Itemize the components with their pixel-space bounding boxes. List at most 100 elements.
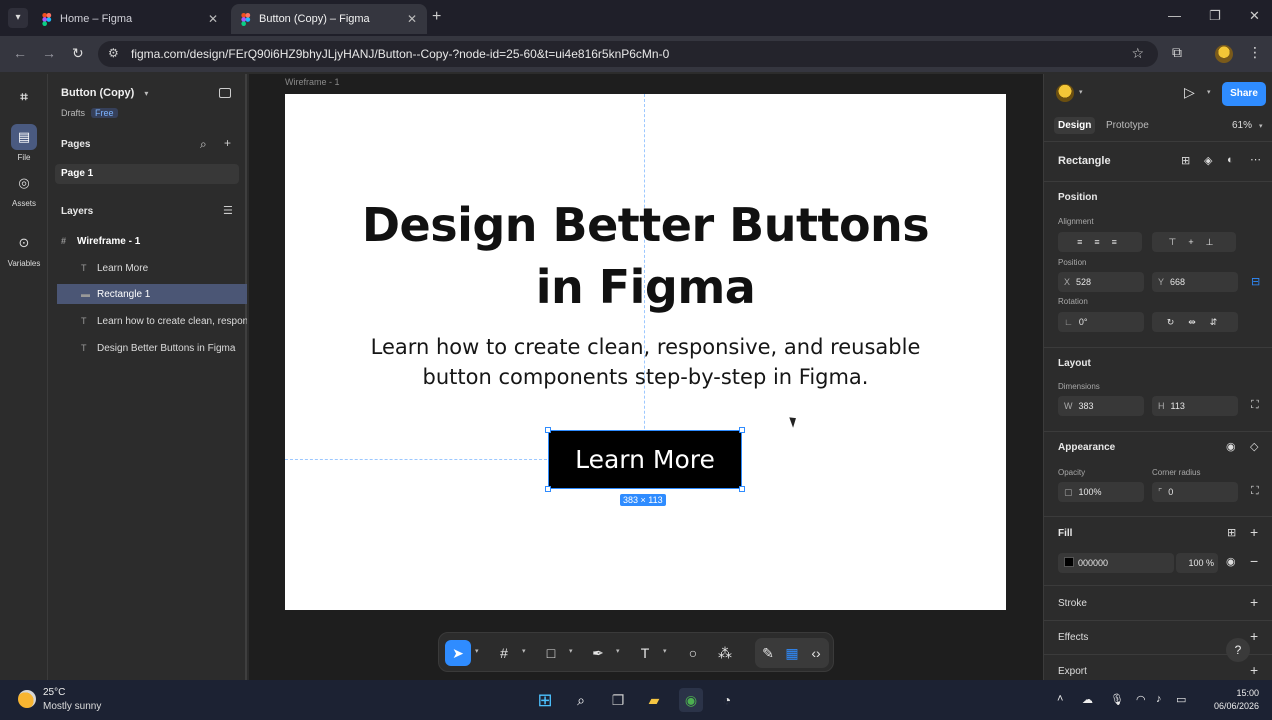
volume-icon[interactable]: ♪ (1156, 693, 1162, 705)
window-close-icon[interactable]: ✕ (1249, 8, 1260, 24)
chevron-down-icon[interactable]: ▾ (1079, 88, 1083, 96)
layer-row-selected[interactable]: ▬ Rectangle 1 (57, 284, 247, 304)
close-icon[interactable]: ✕ (407, 4, 417, 34)
rectangle-tool-icon[interactable]: □ (538, 640, 564, 666)
system-clock[interactable]: 15:00 06/06/2026 (1203, 687, 1259, 713)
layer-row[interactable]: T Design Better Buttons in Figma (57, 338, 247, 358)
add-page-plus-icon[interactable]: + (224, 136, 231, 150)
task-view-icon[interactable]: ❐ (606, 688, 630, 712)
wireframe-artboard[interactable]: Design Better Buttons in Figma Learn how… (285, 94, 1006, 610)
layers-options-icon[interactable]: ☰ (223, 204, 233, 217)
share-button[interactable]: Share (1222, 82, 1266, 106)
remove-fill-minus-icon[interactable]: − (1250, 553, 1258, 569)
back-arrow-icon[interactable]: ← (13, 45, 27, 61)
mask-icon[interactable]: ◐ (1227, 154, 1234, 166)
headline-text[interactable]: Design Better Buttons in Figma (285, 194, 1006, 318)
chevron-down-icon[interactable]: ▾ (569, 647, 573, 655)
opacity-input[interactable]: ▢ 100% (1058, 482, 1144, 502)
battery-icon[interactable]: ▭ (1176, 693, 1186, 706)
add-stroke-plus-icon[interactable]: + (1250, 594, 1258, 610)
zoom-level[interactable]: 61% (1232, 120, 1252, 131)
sidebar-toggle-icon[interactable] (219, 88, 231, 98)
y-input[interactable]: Y 668 (1152, 272, 1238, 292)
frame-label[interactable]: Wireframe - 1 (285, 77, 340, 87)
fill-color-input[interactable]: 000000 (1058, 553, 1174, 573)
frame-tool-icon[interactable]: # (491, 640, 517, 666)
file-name-menu[interactable]: Button (Copy) ▾ (61, 87, 148, 99)
add-fill-plus-icon[interactable]: + (1250, 524, 1258, 540)
styles-grid-icon[interactable]: ⊞ (1227, 526, 1236, 539)
eye-icon[interactable]: ◉ (1226, 440, 1236, 453)
chevron-down-icon[interactable]: ▾ (522, 647, 526, 655)
resize-to-fit-icon[interactable]: ⛶ (1251, 399, 1259, 412)
weather-temperature[interactable]: 25°C (43, 687, 65, 698)
grid-icon[interactable]: ⊞ (1181, 154, 1190, 167)
layer-row[interactable]: T Learn More (57, 258, 247, 278)
tab-prototype[interactable]: Prototype (1106, 120, 1149, 131)
tab-search-button[interactable]: ▾ (8, 8, 28, 28)
horizontal-align-group[interactable]: ≡≡≡ (1058, 232, 1142, 252)
add-export-plus-icon[interactable]: + (1250, 662, 1258, 678)
bookmark-star-icon[interactable]: ☆ (1131, 45, 1144, 62)
minimize-icon[interactable]: — (1168, 8, 1181, 23)
vertical-align-group[interactable]: ⊤+⊥ (1152, 232, 1236, 252)
constraints-icon[interactable]: ⊟ (1251, 275, 1260, 288)
add-effect-plus-icon[interactable]: + (1250, 628, 1258, 644)
move-tool-icon[interactable]: ➤ (445, 640, 471, 666)
weather-description[interactable]: Mostly sunny (43, 701, 101, 712)
chevron-down-icon[interactable]: ▾ (1207, 88, 1211, 96)
close-icon[interactable]: ✕ (208, 4, 218, 34)
recorder-app-icon[interactable]: ◔ (715, 688, 739, 712)
chrome-icon[interactable]: ◉ (679, 688, 703, 712)
present-play-icon[interactable]: ▷ (1184, 84, 1195, 101)
url-text[interactable]: figma.com/design/FErQ90i6HZ9bhyJLjyHANJ/… (131, 47, 669, 61)
design-mode-icon[interactable]: ▦ (779, 640, 805, 666)
tab-home-figma[interactable]: Home – Figma ✕ (32, 4, 228, 34)
restore-icon[interactable]: ❐ (1209, 8, 1221, 24)
export-heading[interactable]: Export (1058, 666, 1087, 677)
site-info-icon[interactable]: ⚙ (108, 46, 119, 60)
reload-icon[interactable]: ↻ (72, 45, 84, 62)
height-input[interactable]: H 113 (1152, 396, 1238, 416)
browser-profile-avatar[interactable] (1215, 45, 1233, 63)
new-tab-plus-icon[interactable]: + (432, 8, 441, 26)
file-explorer-icon[interactable]: ▰ (642, 688, 666, 712)
microphone-icon[interactable]: 🎙 (1110, 693, 1124, 706)
weather-sun-icon[interactable] (18, 690, 36, 708)
chevron-down-icon[interactable]: ▾ (475, 647, 479, 655)
design-canvas[interactable]: Wireframe - 1 Design Better Buttons in F… (249, 74, 1043, 680)
stroke-heading[interactable]: Stroke (1058, 598, 1087, 609)
layer-row[interactable]: T Learn how to create clean, responsive, … (57, 311, 247, 331)
windows-start-icon[interactable]: ⊞ (533, 688, 557, 712)
wifi-icon[interactable]: ◠ (1136, 693, 1146, 706)
taskbar-search-icon[interactable]: ⌕ (569, 688, 593, 712)
subheadline-text[interactable]: Learn how to create clean, responsive, a… (335, 332, 956, 392)
text-tool-icon[interactable]: T (632, 640, 658, 666)
layer-row[interactable]: # Wireframe - 1 (57, 231, 247, 251)
effects-heading[interactable]: Effects (1058, 632, 1088, 643)
page-item[interactable]: Page 1 (55, 164, 239, 184)
rail-variables[interactable]: ⊙ Variables (0, 230, 48, 268)
component-icon[interactable]: ◈ (1204, 154, 1212, 167)
chevron-down-icon[interactable]: ▾ (616, 647, 620, 655)
rail-assets[interactable]: ◎ Assets (0, 170, 48, 208)
onedrive-cloud-icon[interactable]: ☁ (1082, 693, 1093, 706)
show-hidden-icons-chevron-icon[interactable]: ˄ (1057, 693, 1063, 705)
figma-menu-icon[interactable]: ⌗ (0, 84, 48, 113)
forward-arrow-icon[interactable]: → (42, 45, 56, 61)
fill-opacity-input[interactable]: 100 % (1176, 553, 1218, 573)
color-swatch[interactable] (1064, 557, 1074, 567)
draw-mode-icon[interactable]: ✎ (755, 640, 781, 666)
blend-mode-drop-icon[interactable]: ◇ (1250, 440, 1258, 453)
more-options-icon[interactable]: ⋯ (1250, 153, 1261, 166)
comment-tool-icon[interactable]: ○ (680, 640, 706, 666)
flip-rotate-group[interactable]: ↻⇹⇵ (1152, 312, 1238, 332)
corner-radius-input[interactable]: ⌜ 0 (1152, 482, 1238, 502)
omnibox[interactable]: ⚙ figma.com/design/FErQ90i6HZ9bhyJLjyHAN… (98, 41, 1158, 67)
rail-file[interactable]: ▤ File (0, 124, 48, 162)
extensions-puzzle-icon[interactable]: ⧉ (1172, 44, 1182, 61)
chevron-down-icon[interactable]: ▾ (1259, 122, 1263, 130)
x-input[interactable]: X 528 (1058, 272, 1144, 292)
help-button[interactable]: ? (1226, 638, 1250, 662)
tab-design[interactable]: Design (1054, 117, 1096, 134)
